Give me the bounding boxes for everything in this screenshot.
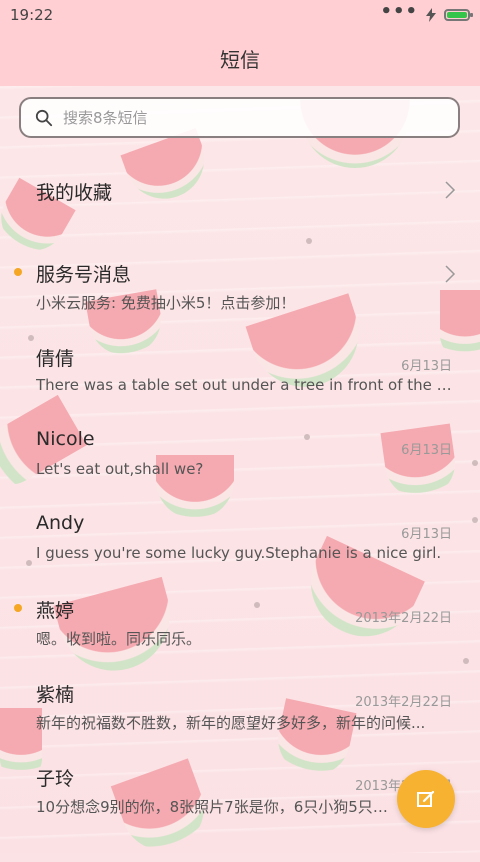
conversation-list: 我的收藏 服务号消息 小米云服务: 免费抽小米5！点击参加！ 倩倩 6月13日 …: [0, 150, 480, 822]
search-input[interactable]: [61, 107, 425, 128]
charging-bolt-icon: [426, 8, 436, 22]
search-icon: [35, 109, 53, 126]
thread-preview: There was a table set out under a tree i…: [36, 376, 454, 394]
page-title: 短信: [220, 47, 260, 72]
app-header: 短信: [0, 30, 480, 86]
thread-preview: 嗯。收到啦。同乐同乐。: [36, 630, 202, 648]
compose-icon: [417, 790, 435, 807]
thread-date: 6月13日: [401, 359, 452, 374]
status-icons: •••: [380, 1, 473, 22]
thread-row[interactable]: Andy 6月13日 I guess you're some lucky guy…: [0, 486, 480, 570]
chevron-right-icon: [445, 181, 456, 199]
unread-dot: [14, 268, 22, 276]
favorites-label: 我的收藏: [36, 182, 113, 204]
thread-name: 燕婷: [36, 600, 75, 622]
unread-dot: [14, 604, 22, 612]
favorites-row[interactable]: 我的收藏: [0, 150, 480, 234]
thread-date: 2013年2月22日: [355, 695, 452, 710]
thread-row[interactable]: 服务号消息 小米云服务: 免费抽小米5！点击参加！: [0, 234, 480, 318]
thread-name: 子玲: [36, 768, 75, 790]
thread-row[interactable]: 倩倩 6月13日 There was a table set out under…: [0, 318, 480, 402]
thread-name: 服务号消息: [36, 264, 132, 286]
battery-icon: [444, 9, 473, 21]
thread-preview: 10分想念9别的你，8张照片7张是你，6只小狗5只像你...: [36, 798, 396, 816]
status-time: 19:22: [10, 6, 54, 24]
thread-preview: 新年的祝福数不胜数，新年的愿望好多好多，新年的问候...: [36, 714, 426, 732]
thread-date: 6月13日: [401, 443, 452, 458]
thread-date: 2013年2月22日: [355, 611, 452, 626]
chevron-right-icon: [445, 265, 456, 283]
more-notifications-icon: •••: [380, 1, 418, 22]
thread-preview: 小米云服务: 免费抽小米5！点击参加！: [36, 294, 296, 312]
thread-preview: I guess you're some lucky guy.Stephanie …: [36, 544, 442, 562]
thread-date: 6月13日: [401, 527, 452, 542]
thread-row[interactable]: 紫楠 2013年2月22日 新年的祝福数不胜数，新年的愿望好多好多，新年的问候.…: [0, 654, 480, 738]
thread-name: Nicole: [36, 428, 95, 450]
thread-name: 倩倩: [36, 348, 75, 370]
thread-name: 紫楠: [36, 684, 75, 706]
thread-preview: Let's eat out,shall we?: [36, 460, 204, 478]
thread-row[interactable]: Nicole 6月13日 Let's eat out,shall we?: [0, 402, 480, 486]
search-bar[interactable]: [19, 97, 460, 138]
compose-button[interactable]: [397, 770, 455, 828]
thread-name: Andy: [36, 512, 85, 534]
status-bar: 19:22 •••: [0, 0, 480, 30]
thread-row[interactable]: 燕婷 2013年2月22日 嗯。收到啦。同乐同乐。: [0, 570, 480, 654]
